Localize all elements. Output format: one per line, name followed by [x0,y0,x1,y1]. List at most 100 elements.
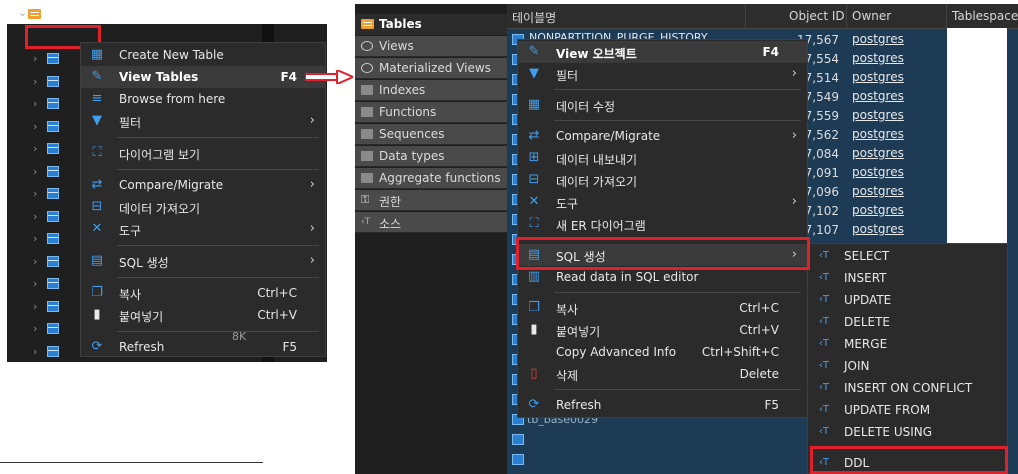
column-header[interactable]: Tablespace [952,9,1018,23]
owner-link[interactable]: postgres [852,203,904,217]
tree-table-item[interactable]: › [33,298,59,316]
menu-item-필터[interactable]: ▼ 필터 › [518,63,807,85]
menu-item-create-new-table[interactable]: ▦ Create New Table [81,44,325,66]
menu-item-refresh[interactable]: ⟳ Refresh F5 [81,336,325,358]
expand-chevron-icon[interactable]: ⌄ [18,6,27,19]
menu-item-sql-생성[interactable]: ▤ SQL 생성 › [81,250,325,272]
menu-separator [117,277,319,278]
tree-table-item[interactable]: › [33,163,59,181]
column-header[interactable]: 테이블명 [512,9,556,26]
menu-item-copy-advanced-info[interactable]: Copy Advanced Info Ctrl+Shift+C [518,341,807,363]
tables-tree-node[interactable]: ⌄ Tables [18,4,98,22]
owner-link[interactable]: postgres [852,51,904,65]
nav-item-materialized-views[interactable]: Materialized Views [355,58,507,79]
menu-item-데이터-가져오기[interactable]: ⊟ 데이터 가져오기 [518,169,807,191]
chevron-right-icon[interactable]: › [33,97,37,110]
column-divider[interactable] [745,4,746,28]
submenu-item-join[interactable]: ‹T JOIN [808,355,1007,377]
menu-item-데이터-내보내기[interactable]: ⊞ 데이터 내보내기 [518,147,807,169]
column-divider[interactable] [946,4,947,28]
nav-item-aggregate-functions[interactable]: Aggregate functions [355,168,507,189]
menu-item-refresh[interactable]: ⟳ Refresh F5 [518,394,807,416]
menu-item-label: Copy Advanced Info [556,345,677,359]
submenu-item-select[interactable]: ‹T SELECT [808,245,1007,267]
tree-table-item[interactable]: › [33,275,59,293]
chevron-right-icon[interactable]: › [33,322,37,335]
menu-item-새-er-다이어그램[interactable]: ⛶ 새 ER 다이어그램 [518,213,807,235]
chevron-right-icon[interactable]: › [33,165,37,178]
chevron-right-icon[interactable]: › [33,300,37,313]
tree-table-item[interactable]: › [33,140,59,158]
chevron-right-icon[interactable]: › [33,187,37,200]
menu-item-삭제[interactable]: ▯ 삭제 Delete [518,363,807,385]
nav-item-data-types[interactable]: Data types [355,146,507,167]
submenu-item-update-from[interactable]: ‹T UPDATE FROM [808,399,1007,421]
tree-table-item[interactable]: › [33,185,59,203]
chevron-right-icon[interactable]: › [33,345,37,358]
tree-table-item[interactable]: › [33,208,59,226]
nav-item-views[interactable]: Views [355,36,507,57]
owner-link[interactable]: postgres [852,222,904,236]
owner-link[interactable]: postgres [852,89,904,103]
nav-item-소스[interactable]: ‹T 소스 [355,212,507,233]
submenu-item-delete[interactable]: ‹T DELETE [808,311,1007,333]
submenu-item-insert-on-conflict[interactable]: ‹T INSERT ON CONFLICT [808,377,1007,399]
menu-item-붙여넣기[interactable]: ▮ 붙여넣기 Ctrl+V [518,319,807,341]
tree-table-item[interactable]: › [33,73,59,91]
column-header[interactable]: Object ID [789,9,845,23]
menu-item-shortcut: Ctrl+V [739,323,779,337]
nav-item-권한[interactable]: ⚿ 권한 [355,190,507,211]
owner-link[interactable]: postgres [852,108,904,122]
menu-item-browse-from-here[interactable]: ≡ Browse from here [81,88,325,110]
export-icon: ⊞ [528,150,540,165]
tree-table-item[interactable]: › [33,343,59,361]
column-header[interactable]: Owner [852,9,891,23]
tree-table-item[interactable]: › [33,320,59,338]
tree-table-item[interactable]: › [33,253,59,271]
menu-item-데이터-수정[interactable]: ▦ 데이터 수정 [518,94,807,116]
menu-item-compare-migrate[interactable]: ⇄ Compare/Migrate › [518,125,807,147]
nav-item-indexes[interactable]: Indexes [355,80,507,101]
chevron-right-icon[interactable]: › [33,255,37,268]
chevron-right-icon[interactable]: › [33,120,37,133]
nav-item-functions[interactable]: Functions [355,102,507,123]
menu-item-view-tables[interactable]: ✎ View Tables F4 [81,66,325,88]
owner-link[interactable]: postgres [852,146,904,160]
submenu-item-update[interactable]: ‹T UPDATE [808,289,1007,311]
tree-table-item[interactable]: › [33,50,59,68]
owner-link[interactable]: postgres [852,70,904,84]
column-divider[interactable] [846,4,847,28]
menu-item-도구[interactable]: ✕ 도구 › [518,191,807,213]
menu-item-필터[interactable]: ▼ 필터 › [81,110,325,132]
chevron-right-icon[interactable]: › [33,232,37,245]
nav-item-tables[interactable]: Tables [355,14,507,35]
menu-item-붙여넣기[interactable]: ▮ 붙여넣기 Ctrl+V [81,304,325,326]
tree-table-item[interactable]: › [33,95,59,113]
sql-template-icon: ‹T [818,294,830,305]
tree-table-item[interactable]: › [33,230,59,248]
menu-item-복사[interactable]: ❐ 복사 Ctrl+C [518,297,807,319]
left-size-label: 8K [232,330,247,343]
sql-template-icon: ‹T [818,250,830,261]
menu-item-도구[interactable]: ✕ 도구 › [81,218,325,240]
owner-link[interactable]: postgres [852,184,904,198]
menu-item-데이터-가져오기[interactable]: ⊟ 데이터 가져오기 [81,196,325,218]
chevron-right-icon[interactable]: › [33,142,37,155]
submenu-item-insert[interactable]: ‹T INSERT [808,267,1007,289]
owner-link[interactable]: postgres [852,32,904,46]
menu-item-복사[interactable]: ❐ 복사 Ctrl+C [81,282,325,304]
menu-item-다이어그램-보기[interactable]: ⛶ 다이어그램 보기 [81,142,325,164]
chevron-right-icon[interactable]: › [33,277,37,290]
owner-link[interactable]: postgres [852,165,904,179]
tree-table-item[interactable]: › [33,118,59,136]
owner-link[interactable]: postgres [852,127,904,141]
menu-item-view-오브젝트[interactable]: ✎ View 오브젝트 F4 [518,41,807,63]
submenu-item-delete-using[interactable]: ‹T DELETE USING [808,421,1007,443]
nav-item-sequences[interactable]: Sequences [355,124,507,145]
chevron-right-icon[interactable]: › [33,52,37,65]
menu-item-compare-migrate[interactable]: ⇄ Compare/Migrate › [81,174,325,196]
table-folder-icon [28,9,41,19]
submenu-item-merge[interactable]: ‹T MERGE [808,333,1007,355]
chevron-right-icon[interactable]: › [33,210,37,223]
chevron-right-icon[interactable]: › [33,75,37,88]
